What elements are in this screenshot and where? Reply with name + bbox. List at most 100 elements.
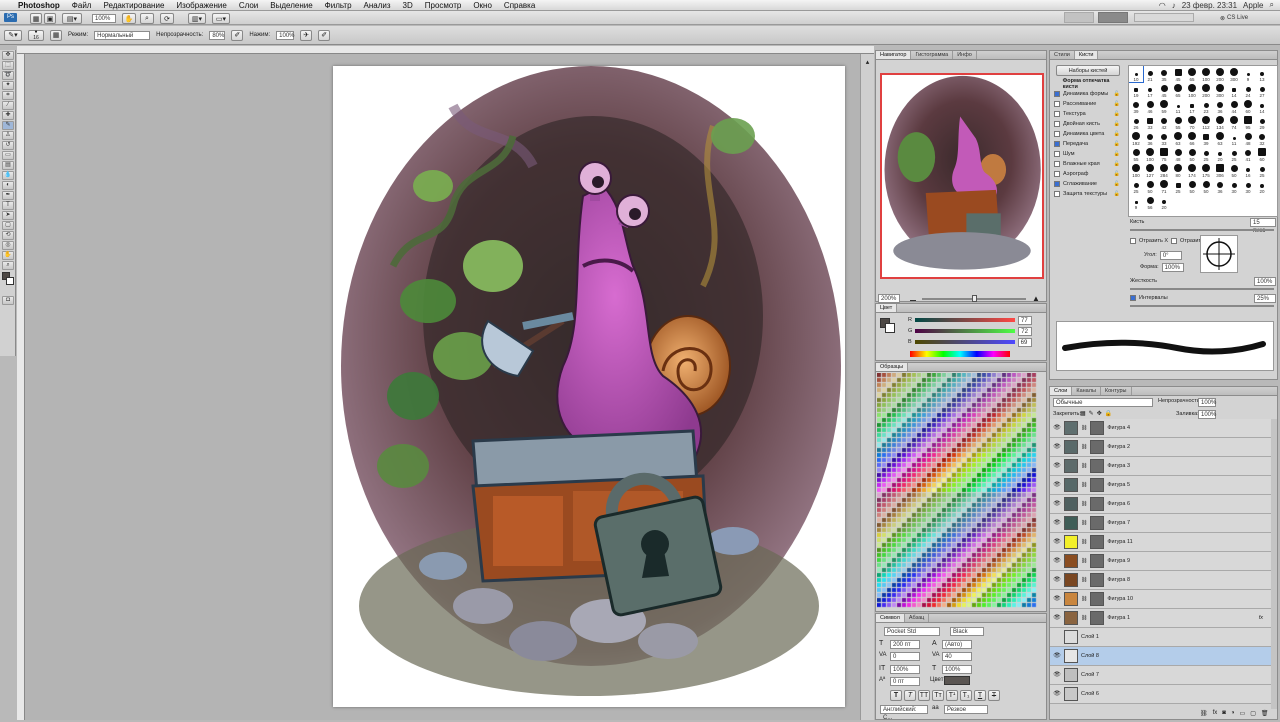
brush-tip[interactable]: 50 — [1143, 178, 1157, 194]
workspace-switcher[interactable] — [1134, 13, 1194, 22]
brush-tip[interactable]: 13 — [1255, 66, 1269, 82]
airbrush-icon[interactable]: ✈ — [300, 29, 313, 41]
tab-styles[interactable]: Стили — [1050, 51, 1075, 59]
brush-tip[interactable]: 33 — [1143, 114, 1157, 130]
app-menu[interactable]: Photoshop — [12, 1, 66, 10]
brush-option-lock-icon[interactable]: 🔓 — [1114, 121, 1120, 127]
brush-tip[interactable]: 9 — [1129, 194, 1143, 210]
horizontal-scale-field[interactable]: 100% — [942, 665, 972, 674]
clone-stamp-tool-icon[interactable]: ♙ — [2, 131, 14, 140]
layer-mask-thumbnail[interactable] — [1090, 497, 1105, 511]
strikethrough-button[interactable]: T — [988, 690, 1000, 701]
brush-option-lock-icon[interactable]: 🔓 — [1114, 141, 1120, 147]
brush-tip-grid[interactable]: 10 21 35 45 65 100 200 300 9 13 19 17 45 65 100 200 300 1… — [1128, 65, 1278, 217]
layer-row[interactable]: 👁 ⛓ Фигура 3 — [1050, 457, 1271, 476]
type-tool-icon[interactable]: T — [2, 201, 14, 210]
color-bg-swatch[interactable] — [885, 323, 895, 333]
brush-tip[interactable]: 300 — [1227, 66, 1241, 82]
brush-tip[interactable]: 39 — [1199, 130, 1213, 146]
layer-name[interactable]: Фигура 5 — [1107, 482, 1130, 488]
brush-tip[interactable]: 11 — [1171, 98, 1185, 114]
spacing-field[interactable]: 25% — [1254, 293, 1276, 303]
layer-thumbnail[interactable] — [1064, 478, 1078, 492]
adjustment-layer-icon[interactable]: ◑ — [1231, 710, 1235, 717]
tab-color[interactable]: Цвет — [876, 304, 898, 312]
layer-thumbnail[interactable] — [1064, 611, 1078, 625]
screen-mode-icon[interactable]: ▭▾ — [212, 13, 230, 24]
layer-thumbnail[interactable] — [1064, 630, 1078, 644]
tab-brushes[interactable]: Кисти — [1074, 51, 1099, 59]
layer-row[interactable]: 👁 ⛓ Фигура 10 — [1050, 590, 1271, 609]
brush-tip[interactable]: 50 — [1185, 178, 1199, 194]
tab-channels[interactable]: Каналы — [1072, 387, 1101, 395]
shape-tool-icon[interactable]: ▢ — [2, 221, 14, 230]
brush-tip[interactable]: 48 — [1241, 130, 1255, 146]
g-slider[interactable] — [915, 329, 1016, 333]
menu-analysis[interactable]: Анализ — [358, 1, 397, 10]
layer-mask-thumbnail[interactable] — [1090, 440, 1105, 454]
brush-option-lock-icon[interactable]: 🔓 — [1114, 191, 1120, 197]
brush-tip[interactable]: 29 — [1255, 114, 1269, 130]
brush-tip[interactable]: 95 — [1241, 114, 1255, 130]
layer-row[interactable]: 👁 Слой 6 — [1050, 685, 1271, 704]
document-vertical-scrollbar[interactable]: ▴ — [860, 54, 874, 720]
lock-all-icon[interactable]: 🔒 — [1105, 410, 1112, 417]
layer-thumbnail[interactable] — [1064, 535, 1078, 549]
layer-thumbnail[interactable] — [1064, 687, 1078, 701]
font-family-select[interactable]: Pocket Std — [884, 627, 940, 636]
3d-rotate-tool-icon[interactable]: ⟲ — [2, 231, 14, 240]
layer-thumbnail[interactable] — [1064, 440, 1078, 454]
eraser-tool-icon[interactable]: ▭ — [2, 151, 14, 160]
spacing-slider[interactable] — [1130, 305, 1274, 307]
zoom-level-field[interactable]: 100% — [92, 14, 116, 23]
faux-italic-button[interactable]: T — [904, 690, 916, 701]
quick-select-tool-icon[interactable]: ✦ — [2, 81, 14, 90]
layer-visibility-eye-icon[interactable]: 👁 — [1053, 443, 1061, 451]
brush-tip[interactable]: 80 — [1171, 162, 1185, 178]
layer-thumbnail[interactable] — [1064, 516, 1078, 530]
launch-bridge-icon[interactable]: ▦ — [30, 13, 42, 24]
rotate-view-icon[interactable]: ⟳ — [160, 13, 174, 24]
brush-tip[interactable]: 100 — [1185, 82, 1199, 98]
wifi-icon[interactable]: ◠ — [1159, 1, 1166, 10]
hand-tool-icon[interactable]: ✋ — [122, 13, 136, 24]
brush-tip[interactable]: 41 — [1241, 146, 1255, 162]
brush-tip[interactable]: 100 — [1143, 146, 1157, 162]
path-select-tool-icon[interactable]: ➤ — [2, 211, 14, 220]
brush-tip[interactable]: 16 — [1241, 162, 1255, 178]
marquee-tool-icon[interactable]: ⬚ — [2, 61, 14, 70]
anti-alias-select[interactable]: Резкое — [944, 705, 988, 714]
brush-option-checkbox[interactable] — [1054, 91, 1060, 97]
brush-option-checkbox[interactable] — [1054, 111, 1060, 117]
3d-orbit-tool-icon[interactable]: ◎ — [2, 241, 14, 250]
brush-option-lock-icon[interactable]: 🔓 — [1114, 91, 1120, 97]
r-field[interactable]: 77 — [1017, 315, 1032, 325]
hardness-slider[interactable] — [1130, 288, 1274, 290]
brush-option-row[interactable]: Влажные края 🔓 — [1054, 159, 1120, 169]
layer-style-icon[interactable]: fx — [1213, 710, 1218, 717]
color-ramp[interactable] — [910, 351, 1010, 357]
layer-mask-thumbnail[interactable] — [1090, 421, 1105, 435]
lock-position-icon[interactable]: ✥ — [1097, 410, 1102, 417]
brush-option-checkbox[interactable] — [1054, 121, 1060, 127]
layer-mask-thumbnail[interactable] — [1090, 573, 1105, 587]
history-brush-tool-icon[interactable]: ↺ — [2, 141, 14, 150]
navigator-preview[interactable] — [880, 73, 1044, 279]
brush-tip[interactable]: 25 — [1171, 178, 1185, 194]
lasso-tool-icon[interactable]: ➰ — [2, 71, 14, 80]
brush-tip[interactable]: 32 — [1255, 130, 1269, 146]
brush-tip[interactable]: 65 — [1185, 66, 1199, 82]
brush-option-lock-icon[interactable]: 🔓 — [1114, 111, 1120, 117]
healing-tool-icon[interactable]: ✚ — [2, 111, 14, 120]
layer-opacity-field[interactable]: 100% — [1198, 398, 1216, 407]
layer-visibility-eye-icon[interactable]: 👁 — [1053, 481, 1061, 489]
layer-thumbnail[interactable] — [1064, 573, 1078, 587]
layer-thumbnail[interactable] — [1064, 554, 1078, 568]
tab-paths[interactable]: Контуры — [1101, 387, 1132, 395]
brush-tip[interactable]: 14 — [1255, 98, 1269, 114]
layer-name[interactable]: Фигура 4 — [1107, 425, 1130, 431]
layer-thumbnail[interactable] — [1064, 421, 1078, 435]
brush-option-checkbox[interactable] — [1054, 161, 1060, 167]
angle-field[interactable]: 0° — [1159, 250, 1182, 260]
crop-tool-icon[interactable]: ⌗ — [2, 91, 14, 100]
